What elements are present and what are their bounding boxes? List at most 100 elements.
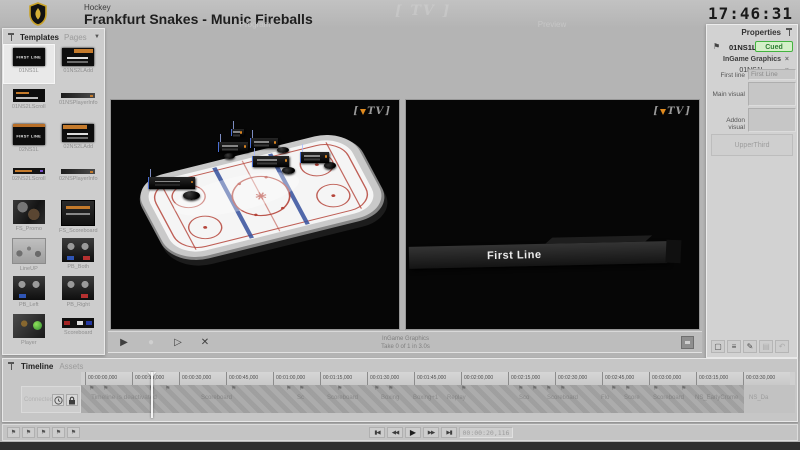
pin-icon[interactable]	[785, 28, 793, 37]
edit-button[interactable]: ✎	[743, 340, 757, 353]
fast-forward-button[interactable]: ▶▶	[423, 427, 439, 438]
template-item-FS_Promo[interactable]: FS_Promo	[4, 197, 54, 235]
flag-marker-icon[interactable]: ⚑	[231, 385, 236, 392]
template-label: PB_Both	[67, 264, 89, 270]
template-thumbnail	[61, 200, 95, 226]
pin-icon[interactable]	[7, 362, 15, 371]
play-button[interactable]: ▶	[405, 427, 421, 438]
template-item-PB_Right[interactable]: PB_Right	[54, 273, 104, 311]
timeline-ruler[interactable]: 00:00:00,00000:00:15,00000:00:30,00000:0…	[81, 372, 795, 386]
addon-visual-field[interactable]	[748, 108, 796, 132]
flag-marker-icon[interactable]: ⚑	[532, 385, 537, 392]
marker-next-button[interactable]: ⚑	[52, 427, 65, 438]
marker-prev-button[interactable]: ⚑	[22, 427, 35, 438]
template-item-01NS2LScroll[interactable]: 01NS2LScroll	[4, 83, 54, 121]
cue-button[interactable]: ▷	[169, 334, 187, 350]
skip-start-button[interactable]: ▮◀	[369, 427, 385, 438]
flag-marker-icon[interactable]: ⚑	[337, 385, 342, 392]
logo-bracket: ]	[685, 106, 691, 117]
nameplate-number-dot	[191, 181, 194, 184]
clock-button[interactable]	[52, 394, 64, 406]
clear-button[interactable]: ✕	[196, 334, 214, 350]
template-item-FS_Scoreboard[interactable]: FS_Scoreboard	[54, 197, 104, 235]
undo-button[interactable]: ↶	[775, 340, 789, 353]
clip-label: Score	[624, 395, 640, 401]
template-item-LineUP[interactable]: LineUP	[4, 235, 54, 273]
clip-label: NS_EarlyCrome	[695, 395, 738, 401]
pin-icon[interactable]	[7, 33, 15, 42]
template-item-Scoreboard[interactable]: Scoreboard	[54, 311, 104, 349]
playhead-line[interactable]	[151, 372, 153, 418]
flag-marker-icon[interactable]: ⚑	[89, 385, 94, 392]
clip-label: Boxing	[381, 395, 399, 401]
track-header: Connected	[21, 386, 81, 413]
marker-buttons: ⚑⚑⚑⚑⚑	[7, 427, 80, 438]
flag-marker-icon[interactable]: ⚑	[165, 385, 170, 392]
marker-add-button[interactable]: ⚑	[37, 427, 50, 438]
template-item-01NSPlayerInfo[interactable]: 01NSPlayerInfo	[54, 83, 104, 121]
template-item-Player[interactable]: Player	[4, 311, 54, 349]
group-label: InGame Graphics	[723, 56, 781, 63]
template-item-PB_Left[interactable]: PB_Left	[4, 273, 54, 311]
tab-timeline[interactable]: Timeline	[21, 362, 53, 371]
flag-marker-icon[interactable]: ⚑	[546, 385, 551, 392]
clip-label: Scoreboard	[653, 395, 684, 401]
flag-marker-icon[interactable]: ⚑	[103, 385, 108, 392]
tab-assets[interactable]: Assets	[59, 362, 83, 371]
tab-pages[interactable]: Pages	[64, 33, 87, 42]
lock-button[interactable]	[66, 394, 78, 406]
cued-status-button[interactable]: Cued	[755, 41, 793, 52]
nameplate-number-dot	[325, 155, 328, 158]
flag-icon: ⚑	[713, 42, 720, 51]
marker-remove-button[interactable]: ⚑	[67, 427, 80, 438]
tab-templates[interactable]: Templates	[20, 33, 59, 42]
rewind-button[interactable]: ◀◀	[387, 427, 403, 438]
template-item-02NSPlayerInfo[interactable]: 02NSPlayerInfo	[54, 159, 104, 197]
program-monitor[interactable]: [ TV ]	[110, 99, 400, 330]
tv-channel-logo: [ TV ]	[353, 106, 391, 117]
club-crest-logo	[28, 2, 48, 26]
template-item-02NS2LScroll[interactable]: 02NS2LScroll	[4, 159, 54, 197]
flag-marker-icon[interactable]: ⚑	[681, 385, 686, 392]
save-button[interactable]: ▤	[759, 340, 773, 353]
skip-end-button[interactable]: ▶▮	[441, 427, 457, 438]
chevron-down-icon[interactable]: ▼	[94, 34, 100, 40]
timeline-track[interactable]: Timeline is deactivated ⚑⚑⚑⚑⚑⚑⚑⚑⚑⚑⚑⚑⚑⚑⚑⚑…	[81, 385, 795, 413]
fullscreen-button[interactable]	[681, 336, 694, 349]
take-button[interactable]: ▶	[115, 334, 133, 350]
properties-header: Properties	[741, 28, 793, 37]
flag-marker-icon[interactable]: ⚑	[518, 385, 523, 392]
clip-label: Scoreboard	[327, 395, 358, 401]
flag-marker-icon[interactable]: ⚑	[560, 385, 565, 392]
list-button[interactable]: ≡	[727, 340, 741, 353]
flag-marker-icon[interactable]: ⚑	[286, 385, 291, 392]
record-button[interactable]: ●	[142, 334, 160, 350]
properties-title: Properties	[741, 28, 781, 37]
application-window: Hockey Frankfurt Snakes - Munic Fireball…	[0, 0, 800, 450]
template-item-02NS1L[interactable]: FIRST LINE02NS1L	[4, 121, 54, 159]
group-header-ingame-graphics[interactable]: InGame Graphics ×	[711, 56, 793, 66]
flag-marker-icon[interactable]: ⚑	[653, 385, 658, 392]
marker-first-button[interactable]: ⚑	[7, 427, 20, 438]
upperthird-button[interactable]: UpperThird	[711, 134, 793, 156]
flag-marker-icon[interactable]: ⚑	[388, 385, 393, 392]
flag-marker-icon[interactable]: ⚑	[461, 385, 466, 392]
flag-marker-icon[interactable]: ⚑	[299, 385, 304, 392]
ruler-tick: 00:02:15,000	[508, 372, 555, 385]
template-item-02NS2LAdd[interactable]: 02NS2LAdd	[54, 121, 104, 159]
first-line-field[interactable]	[748, 69, 796, 80]
first-line-label: First line	[709, 72, 745, 79]
template-item-01NS2LAdd[interactable]: 01NS2LAdd	[54, 45, 104, 83]
template-item-PB_Both[interactable]: PB_Both	[54, 235, 104, 273]
flag-marker-icon[interactable]: ⚑	[625, 385, 630, 392]
main-visual-field[interactable]	[748, 82, 796, 106]
player-puck	[282, 167, 295, 174]
new-page-button[interactable]: ▢	[711, 340, 725, 353]
flag-marker-icon[interactable]: ⚑	[374, 385, 379, 392]
flame-icon	[360, 109, 366, 115]
preview-monitor[interactable]: [ TV ] First Line	[405, 99, 700, 330]
take-status: InGame Graphics Take 0 of 1 in 3.0s	[333, 335, 478, 351]
flag-marker-icon[interactable]: ⚑	[611, 385, 616, 392]
template-item-01NS1L[interactable]: FIRST LINE01NS1L	[4, 45, 54, 83]
close-icon[interactable]: ×	[785, 56, 789, 63]
